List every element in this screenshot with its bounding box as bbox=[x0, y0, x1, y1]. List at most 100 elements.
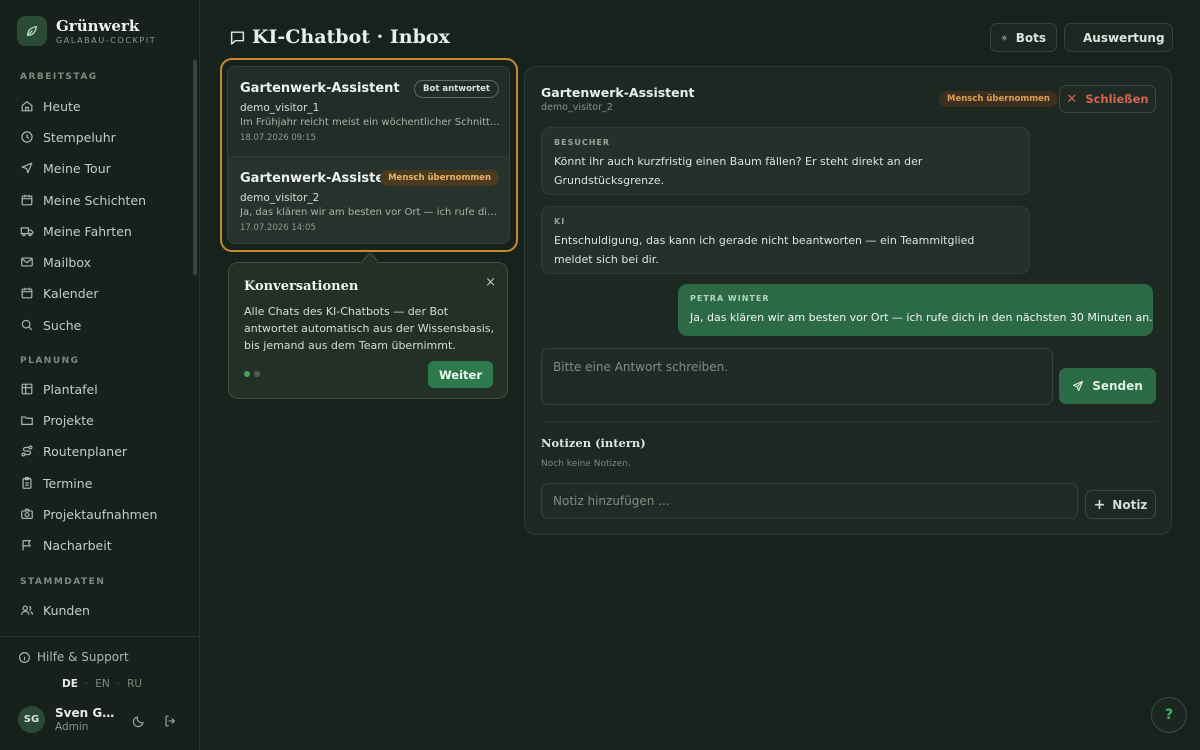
conversation-item[interactable]: Gartenwerk-Assistent Bot antwortet demo_… bbox=[228, 67, 509, 156]
sidebar-item-label: Projekte bbox=[43, 412, 94, 428]
notes-empty-text: Noch keine Notizen. bbox=[541, 459, 631, 469]
plus-icon: + bbox=[1093, 496, 1106, 513]
home-icon bbox=[21, 100, 33, 112]
flag-icon bbox=[22, 540, 32, 551]
message-sender: PETRA WINTER bbox=[690, 294, 770, 303]
sidebar-item-label: Kunden bbox=[43, 602, 90, 618]
detail-visitor: demo_visitor_2 bbox=[541, 102, 613, 113]
add-note-button[interactable]: + Notiz bbox=[1085, 490, 1156, 519]
chat-bubble-icon bbox=[230, 30, 245, 45]
message-agent: PETRA WINTER Ja, das klären wir am beste… bbox=[678, 284, 1153, 336]
reply-input[interactable]: Bitte eine Antwort schreiben. bbox=[541, 348, 1053, 405]
message-text: Könnt ihr auch kurzfristig einen Baum fä… bbox=[554, 155, 923, 187]
sidebar-item-nacharbeit[interactable]: Nacharbeit bbox=[20, 534, 112, 556]
user-profile[interactable]: SG Sven Ga... Admin bbox=[18, 706, 117, 733]
sidebar-item-meine-schichten[interactable]: Meine Schichten bbox=[20, 189, 146, 211]
clock-icon bbox=[21, 131, 33, 143]
message-sender: KI bbox=[554, 217, 566, 226]
sidebar-scrollbar[interactable] bbox=[193, 60, 197, 275]
folder-icon bbox=[21, 416, 33, 425]
tour-next-button[interactable]: Weiter bbox=[428, 361, 493, 388]
sidebar-item-projekte[interactable]: Projekte bbox=[20, 409, 94, 431]
divider bbox=[541, 421, 1156, 422]
note-input[interactable]: Notiz hinzufügen ... bbox=[541, 483, 1078, 519]
sidebar-item-heute[interactable]: Heute bbox=[20, 95, 81, 117]
message-ai: KI Entschuldigung, das kann ich gerade n… bbox=[541, 206, 1030, 274]
sidebar-item-label: Plantafel bbox=[43, 381, 98, 397]
help-fab-button[interactable]: ? bbox=[1151, 697, 1187, 733]
conversation-visitor: demo_visitor_2 bbox=[240, 192, 320, 204]
status-badge: Bot antwortet bbox=[414, 80, 499, 98]
camera-icon bbox=[21, 508, 33, 519]
sidebar-item-label: Nacharbeit bbox=[43, 537, 112, 553]
sidebar-item-label: Suche bbox=[43, 317, 82, 333]
conversation-item[interactable]: Gartenwerk-Assistent Mensch übernommen d… bbox=[228, 156, 509, 243]
send-button[interactable]: Senden bbox=[1059, 368, 1156, 404]
sidebar-item-projektaufnahmen[interactable]: Projektaufnahmen bbox=[20, 503, 157, 525]
logout-icon[interactable] bbox=[163, 714, 177, 728]
bots-button[interactable]: Bots bbox=[990, 23, 1057, 52]
conversation-list: Gartenwerk-Assistent Bot antwortet demo_… bbox=[227, 66, 510, 244]
brand-name: Grünwerk bbox=[56, 16, 140, 35]
close-conversation-button[interactable]: ✕ Schließen bbox=[1059, 85, 1156, 113]
gear-icon bbox=[1001, 34, 1007, 41]
moon-icon[interactable] bbox=[132, 714, 146, 728]
sidebar-item-label: Kalender bbox=[43, 285, 99, 301]
send-icon bbox=[1073, 380, 1084, 392]
conversation-preview: Ja, das klären wir am besten vor Ort — i… bbox=[240, 207, 500, 218]
search-icon bbox=[21, 319, 33, 331]
conversation-name: Gartenwerk-Assistent bbox=[240, 171, 400, 186]
sidebar-item-mailbox[interactable]: Mailbox bbox=[20, 251, 91, 273]
sidebar-item-plantafel[interactable]: Plantafel bbox=[20, 378, 98, 400]
tour-progress-dots bbox=[244, 371, 260, 377]
sidebar-item-label: Heute bbox=[43, 98, 81, 114]
sidebar: Grünwerk GALABAU-COCKPIT ARBEITSTAG Heut… bbox=[0, 0, 200, 750]
close-icon[interactable]: × bbox=[485, 275, 496, 290]
users-icon bbox=[20, 605, 34, 615]
help-label: Hilfe & Support bbox=[37, 650, 129, 664]
sidebar-item-label: Meine Schichten bbox=[43, 192, 147, 208]
auswertung-button[interactable]: Auswertung bbox=[1064, 23, 1173, 52]
nav-section-planung: PLANUNG bbox=[20, 356, 80, 366]
sidebar-item-label: Termine bbox=[43, 475, 93, 491]
add-note-label: Notiz bbox=[1112, 497, 1148, 512]
lang-ru[interactable]: RU bbox=[127, 678, 142, 690]
sidebar-item-meine-tour[interactable]: Meine Tour bbox=[20, 157, 111, 179]
detail-title: Gartenwerk-Assistent bbox=[541, 85, 695, 100]
sidebar-item-label: Meine Tour bbox=[43, 160, 111, 176]
calendar-icon bbox=[21, 287, 33, 299]
send-button-label: Senden bbox=[1092, 379, 1143, 393]
sidebar-item-suche[interactable]: Suche bbox=[20, 314, 81, 336]
tour-title: Konversationen bbox=[244, 279, 359, 294]
sidebar-item-meine-fahrten[interactable]: Meine Fahrten bbox=[20, 220, 132, 242]
tour-dot-active bbox=[244, 371, 250, 377]
conversation-date: 17.07.2026 14:05 bbox=[240, 223, 316, 233]
tour-text: Alle Chats des KI-Chatbots — der Bot ant… bbox=[244, 305, 495, 352]
conversation-date: 18.07.2026 09:15 bbox=[240, 133, 316, 143]
nav-section-stammdaten: STAMMDATEN bbox=[20, 577, 106, 587]
sidebar-item-label: Stempeluhr bbox=[43, 129, 116, 145]
lang-separator: · bbox=[84, 678, 89, 690]
sidebar-item-termine[interactable]: Termine bbox=[20, 472, 92, 494]
conversation-preview: Im Frühjahr reicht meist ein wöchentlich… bbox=[240, 117, 500, 128]
help-support-link[interactable]: Hilfe & Support bbox=[18, 650, 129, 664]
sidebar-item-stempeluhr[interactable]: Stempeluhr bbox=[20, 126, 116, 148]
grid-icon bbox=[21, 383, 33, 395]
conversation-name: Gartenwerk-Assistent bbox=[240, 81, 400, 96]
auswertung-button-label: Auswertung bbox=[1083, 30, 1165, 45]
sidebar-item-kalender[interactable]: Kalender bbox=[20, 282, 99, 304]
message-text: Ja, das klären wir am besten vor Ort — i… bbox=[690, 311, 1153, 324]
tour-dot bbox=[254, 371, 260, 377]
brand-subtitle: GALABAU-COCKPIT bbox=[56, 35, 157, 45]
sidebar-item-routenplaner[interactable]: Routenplaner bbox=[20, 440, 127, 462]
lang-en[interactable]: EN bbox=[95, 678, 110, 690]
sidebar-item-label: Meine Fahrten bbox=[43, 223, 132, 239]
clipboard-icon bbox=[22, 476, 32, 489]
close-button-label: Schließen bbox=[1085, 92, 1149, 106]
message-sender: BESUCHER bbox=[554, 138, 611, 147]
leaf-logo-icon bbox=[17, 16, 47, 46]
navigation-icon bbox=[21, 162, 33, 174]
lang-de[interactable]: DE bbox=[62, 678, 78, 690]
sidebar-item-kunden[interactable]: Kunden bbox=[20, 599, 90, 621]
brand[interactable]: Grünwerk GALABAU-COCKPIT bbox=[17, 16, 156, 46]
